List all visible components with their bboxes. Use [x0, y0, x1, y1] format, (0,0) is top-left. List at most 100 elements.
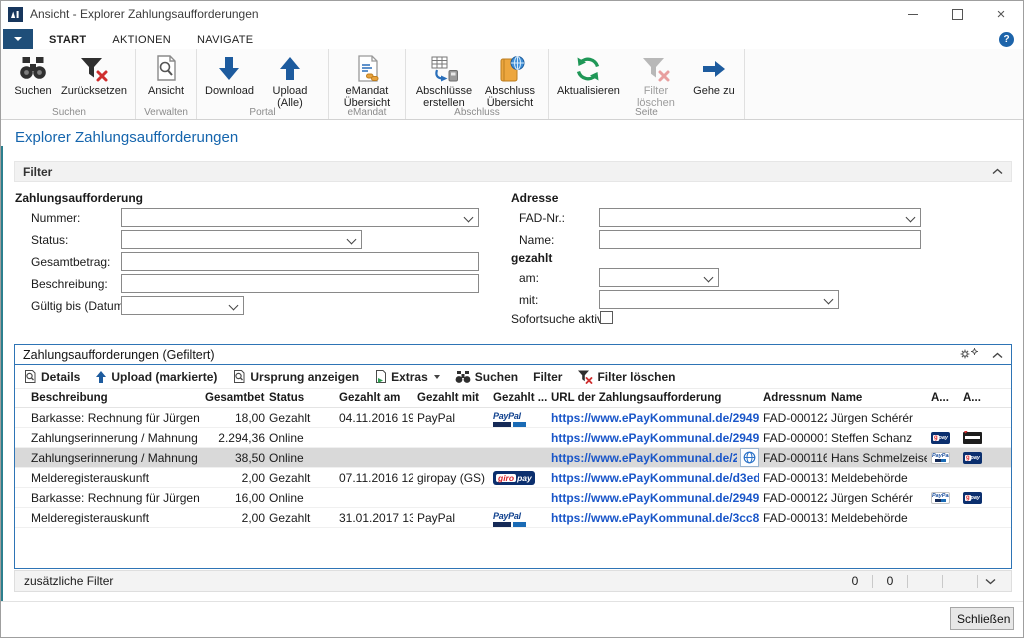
details-icon	[23, 369, 37, 384]
table-row[interactable]: Barkasse: Rechnung für Jürgen S... 16,00…	[15, 488, 1011, 508]
table-row[interactable]: Melderegisterauskunft 2,00 Gezahlt 31.01…	[15, 508, 1011, 528]
upload-alle-button[interactable]: Upload (Alle)	[257, 51, 323, 111]
fad-nr-label: FAD-Nr.:	[519, 211, 565, 225]
table-row[interactable]: Zahlungserinnerung / Mahnung 38,50 Onlin…	[15, 448, 1011, 468]
column-header[interactable]: Gezahlt mit	[417, 392, 489, 404]
customize-gears-icon[interactable]	[959, 347, 980, 363]
sofortsuche-label: Sofortsuche aktiv:	[511, 312, 606, 326]
column-header[interactable]: A...	[963, 392, 991, 404]
separator	[942, 575, 943, 588]
cell-adressnummer: FAD-000131	[763, 511, 827, 525]
cell-gezahlt-am: 07.11.2016 12:16	[339, 471, 413, 485]
beschreibung-input[interactable]	[121, 274, 479, 293]
window-edge-accent	[1, 146, 3, 602]
panel-collapse-chevron-up-icon[interactable]	[992, 348, 1003, 362]
cell-url[interactable]: https://www.ePayKommunal.de/2949...	[551, 448, 759, 467]
gueltig-bis-combobox[interactable]	[121, 296, 244, 315]
abschluss-uebersicht-button[interactable]: Abschluss Übersicht	[477, 51, 543, 111]
download-arrow-icon	[216, 52, 242, 85]
tab-start[interactable]: START	[36, 30, 99, 49]
filter-clear-small-icon	[577, 369, 593, 384]
chevron-down-icon	[347, 235, 357, 245]
upload-markierte-button[interactable]: Upload (markierte)	[95, 370, 217, 384]
cell-url[interactable]: https://www.ePayKommunal.de/2949uZwb...	[551, 491, 759, 505]
origin-icon	[232, 369, 246, 384]
filter-counter: 0	[838, 574, 872, 588]
name-label: Name:	[519, 233, 554, 247]
abschluesse-erstellen-button[interactable]: Abschlüsse erstellen	[411, 51, 477, 111]
grid-filter-button[interactable]: Filter	[533, 370, 562, 384]
close-button[interactable]: ×	[979, 1, 1023, 27]
cell-url[interactable]: https://www.ePayKommunal.de/2949uZpd...	[551, 411, 759, 425]
cell-name: Hans Schmelzeisen	[831, 451, 927, 465]
ribbon-group-label: Abschluss	[406, 107, 548, 119]
collapse-chevron-up-icon[interactable]	[992, 168, 1003, 175]
minimize-button[interactable]	[891, 1, 935, 27]
group-gezahlt: gezahlt	[511, 251, 552, 265]
upload-small-icon	[95, 370, 107, 384]
open-url-globe-icon[interactable]	[740, 448, 759, 467]
aktualisieren-button[interactable]: Aktualisieren	[554, 51, 623, 98]
suchen-button[interactable]: Suchen	[8, 51, 58, 98]
column-header[interactable]: Gezahlt ...	[493, 392, 547, 404]
grid-title: Zahlungsaufforderungen (Gefiltert)	[23, 348, 215, 362]
zuruecksetzen-button[interactable]: Zurücksetzen	[58, 51, 130, 98]
grid-filter-loeschen-button[interactable]: Filter löschen	[577, 369, 675, 384]
paypal-logo: PayPal	[493, 512, 526, 527]
extras-icon	[374, 369, 387, 384]
column-header[interactable]: Gesamtbetrag	[205, 392, 265, 404]
ursprung-anzeigen-button[interactable]: Ursprung anzeigen	[232, 369, 359, 384]
gezahlt-am-combobox[interactable]	[599, 268, 719, 287]
cell-name: Steffen Schanz	[831, 431, 927, 445]
column-header[interactable]: A...	[931, 392, 959, 404]
column-header[interactable]: Adressnum...	[763, 392, 827, 404]
emandat-uebersicht-button[interactable]: eMandat Übersicht	[334, 51, 400, 111]
gehe-zu-button[interactable]: Gehe zu	[689, 51, 739, 98]
cell-url[interactable]: https://www.ePayKommunal.de/d3edacd1-...	[551, 471, 759, 485]
gezahlt-mit-combobox[interactable]	[599, 290, 839, 309]
paypal-mini-icon: PayPal	[931, 452, 950, 464]
tab-aktionen[interactable]: AKTIONEN	[99, 30, 184, 49]
table-row[interactable]: Melderegisterauskunft 2,00 Gezahlt 07.11…	[15, 468, 1011, 488]
filter-loeschen-button[interactable]: Filter löschen	[623, 51, 689, 111]
gesamtbetrag-input[interactable]	[121, 252, 479, 271]
expand-chevron-down-icon[interactable]	[978, 578, 1002, 585]
help-icon[interactable]: ?	[999, 32, 1014, 47]
table-row[interactable]: Zahlungserinnerung / Mahnung 2.294,36 On…	[15, 428, 1011, 448]
tab-navigate[interactable]: NAVIGATE	[184, 30, 266, 49]
nummer-label: Nummer:	[31, 211, 80, 225]
table-row[interactable]: Barkasse: Rechnung für Jürgen S... 18,00…	[15, 408, 1011, 428]
cell-url[interactable]: https://www.ePayKommunal.de/3cc881b0-...	[551, 511, 759, 525]
giropay-mini-icon: gpay	[963, 492, 982, 504]
maximize-button[interactable]	[935, 1, 979, 27]
ansicht-button[interactable]: Ansicht	[141, 51, 191, 98]
status-combobox[interactable]	[121, 230, 362, 249]
beschreibung-label: Beschreibung:	[31, 277, 108, 291]
cell-beschreibung: Zahlungserinnerung / Mahnung	[31, 431, 201, 445]
ribbon-group-label: eMandat	[329, 107, 405, 119]
filter-section-header[interactable]: Filter	[14, 161, 1012, 182]
grid-suchen-button[interactable]: Suchen	[455, 370, 518, 384]
additional-filter-bar[interactable]: zusätzliche Filter 0 0	[14, 570, 1012, 592]
grid-panel: Zahlungsaufforderungen (Gefiltert) Detai…	[14, 344, 1012, 569]
file-menu-button[interactable]	[3, 29, 33, 49]
app-window: Ansicht - Explorer Zahlungsaufforderunge…	[0, 0, 1024, 638]
name-input[interactable]	[599, 230, 921, 249]
cell-status: Gezahlt	[269, 411, 335, 425]
column-header[interactable]: Name	[831, 392, 927, 404]
details-button[interactable]: Details	[23, 369, 80, 384]
column-header[interactable]: Status	[269, 392, 335, 404]
column-header[interactable]: URL der Zahlungsaufforderung	[551, 392, 759, 404]
cell-gezahlt-am: 31.01.2017 13:18	[339, 511, 413, 525]
group-zahlungsaufforderung: Zahlungsaufforderung	[15, 191, 143, 205]
download-button[interactable]: Download	[202, 51, 257, 98]
schliessen-button[interactable]: Schließen	[950, 607, 1014, 630]
fad-nr-combobox[interactable]	[599, 208, 921, 227]
extras-button[interactable]: Extras	[374, 369, 440, 384]
column-header[interactable]: Beschreibung	[31, 392, 201, 404]
cell-url[interactable]: https://www.ePayKommunal.de/2949uZ3j7...	[551, 431, 759, 445]
nummer-combobox[interactable]	[121, 208, 479, 227]
refresh-icon	[573, 52, 603, 85]
sofortsuche-checkbox[interactable]	[600, 311, 613, 324]
column-header[interactable]: Gezahlt am	[339, 392, 413, 404]
